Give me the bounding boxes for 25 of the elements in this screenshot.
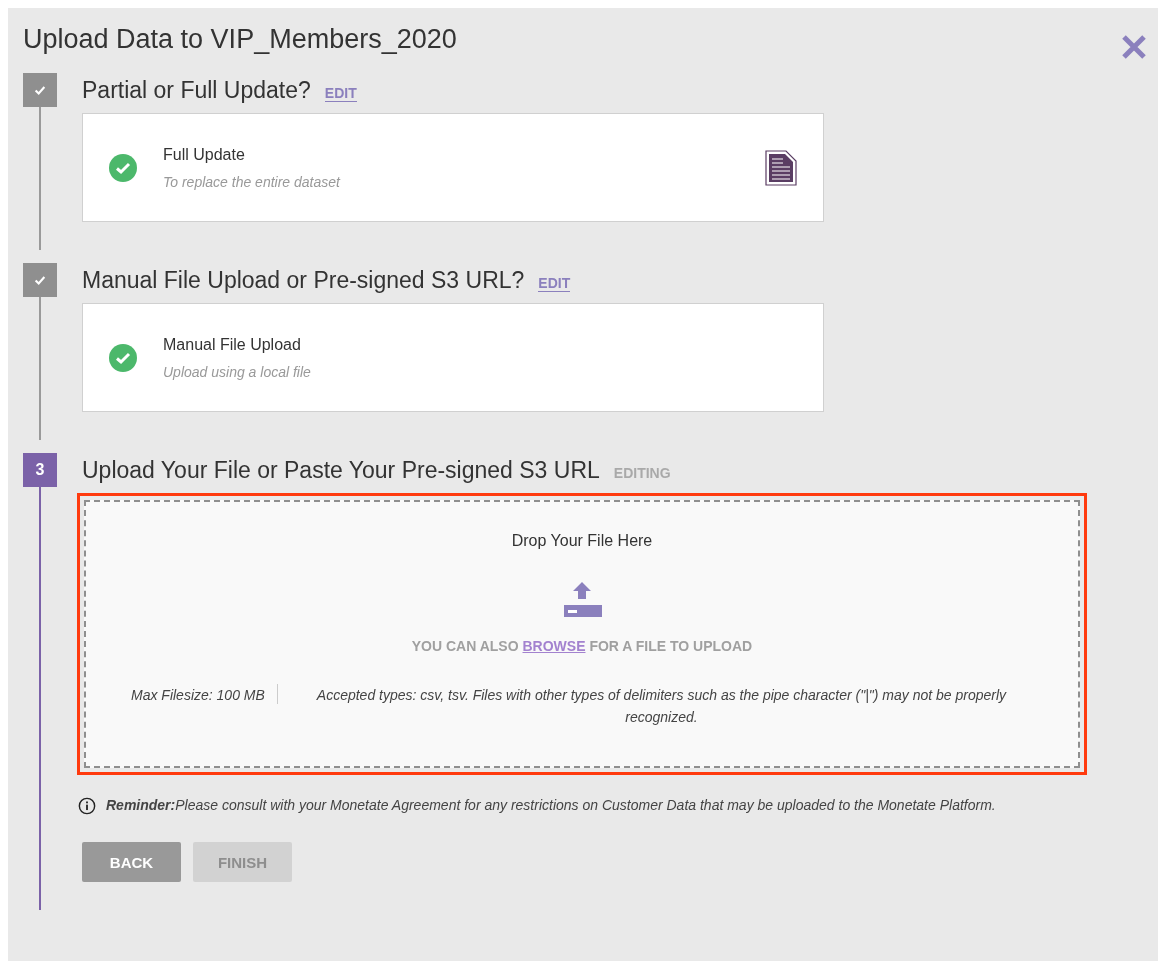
option-title: Manual File Upload — [163, 335, 302, 354]
step-title: Upload Your File or Paste Your Pre-signed S3 URL — [82, 457, 600, 484]
info-icon — [78, 797, 96, 815]
editing-label: EDITING — [613, 465, 671, 481]
wizard-button[interactable]: BACK — [82, 842, 181, 882]
drop-zone[interactable] — [77, 493, 1087, 775]
check-circle-icon — [108, 342, 138, 373]
drop-title: Drop Your File Here — [511, 532, 653, 550]
step-number: 3 — [23, 453, 57, 487]
accepted-types-text: Accepted types: csv, tsv. Files with other types of delimiters such as the pipe character ("|") may not be properly recognized. — [315, 686, 1008, 727]
edit-link[interactable]: EDIT — [324, 85, 357, 102]
step-title: Manual File Upload or Pre-signed S3 URL? — [82, 267, 525, 294]
reminder-text: Reminder:Please consult with your Monetate Agreement for any restrictions on Customer Data that may be uploaded to the Monetate Platform. — [106, 796, 996, 815]
option-title: Full Update — [163, 145, 246, 164]
dialog-title: Upload Data to VIP_Members_2020 — [23, 23, 457, 55]
check-circle-icon — [108, 152, 138, 183]
edit-link[interactable]: EDIT — [538, 275, 571, 292]
upload-icon — [562, 580, 602, 620]
browse-link[interactable]: BROWSE — [522, 638, 586, 654]
option-description: To replace the entire dataset — [163, 173, 342, 190]
max-filesize-text: Max Filesize: 100 MB — [131, 684, 278, 704]
browse-text: YOU CAN ALSO BROWSE FOR A FILE TO UPLOAD — [411, 638, 753, 654]
option-description: Upload using a local file — [163, 363, 312, 380]
step-title: Partial or Full Update? — [82, 77, 311, 104]
close-icon[interactable] — [1120, 33, 1148, 61]
